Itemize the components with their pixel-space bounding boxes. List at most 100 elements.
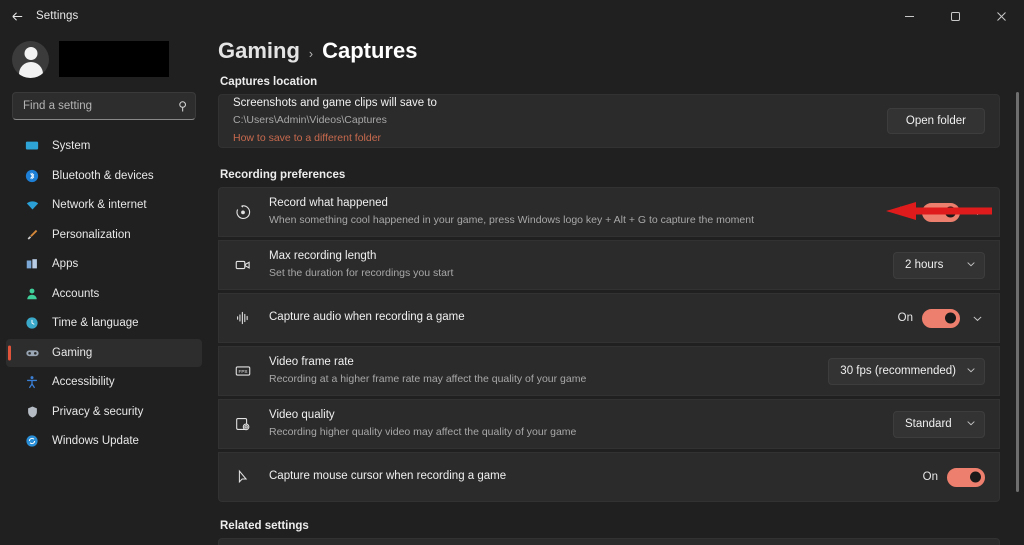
update-icon [24,433,40,449]
row-title: Video frame rate [269,356,354,369]
sidebar-item-personalization[interactable]: Personalization [6,221,202,249]
shield-icon [24,404,40,420]
video-frame-rate-row[interactable]: FPS Video frame rate Recording at a high… [219,347,999,395]
title-bar: Settings [0,0,1024,32]
capture-mouse-cursor-card: Capture mouse cursor when recording a ga… [218,452,1000,502]
capture-mouse-cursor-row[interactable]: Capture mouse cursor when recording a ga… [219,453,999,501]
clock-icon [24,315,40,331]
sidebar-item-privacy-security[interactable]: Privacy & security [6,398,202,426]
sidebar-item-accessibility[interactable]: Accessibility [6,368,202,396]
sidebar-item-network-internet[interactable]: Network & internet [6,191,202,219]
record-what-happened-toggle[interactable] [922,202,960,222]
captures-location-path: C:\Users\Admin\Videos\Captures [233,113,387,126]
chevron-down-icon[interactable] [969,310,985,326]
sidebar-item-label: Privacy & security [52,405,144,418]
row-title: Capture audio when recording a game [269,311,465,324]
sidebar-item-windows-update[interactable]: Windows Update [6,427,202,455]
video-frame-rate-select[interactable]: 30 fps (recommended) [828,357,985,385]
breadcrumb-parent[interactable]: Gaming [218,38,300,64]
row-title: Video quality [269,409,335,422]
section-label-related-settings: Related settings [220,520,309,532]
toggle-knob [970,471,981,483]
max-recording-length-text: Max recording length Set the duration fo… [269,249,879,280]
sidebar-item-label: Accounts [52,287,100,300]
capture-mouse-cursor-controls: On [923,467,985,487]
chevron-down-icon [966,418,976,430]
video-quality-controls: Standard [893,410,985,438]
capture-mouse-cursor-text: Capture mouse cursor when recording a ga… [269,469,909,485]
svg-text:FPS: FPS [238,369,247,374]
row-subtitle: Recording higher quality video may affec… [269,425,577,438]
video-quality-row[interactable]: Video quality Recording higher quality v… [219,400,999,448]
wifi-icon [24,197,40,213]
user-avatar-icon [12,40,49,78]
close-button[interactable] [978,0,1024,32]
sidebar-item-label: Time & language [52,317,139,329]
toggle-state-label: On [897,312,913,324]
video-quality-card: Video quality Recording higher quality v… [218,399,1000,449]
recording-preferences-group: Record what happened When something cool… [218,187,1000,502]
sidebar-item-label: Gaming [52,346,93,359]
page-title: Captures [322,38,418,63]
breadcrumb-separator-icon: › [308,47,314,61]
max-recording-length-select[interactable]: 2 hours [893,251,985,279]
sidebar-item-bluetooth-devices[interactable]: Bluetooth & devices [6,162,202,190]
apps-icon [24,256,40,272]
sidebar-item-time-language[interactable]: Time & language [6,309,202,337]
bluetooth-icon [24,168,40,184]
capture-audio-toggle[interactable] [922,308,960,328]
video-quality-select[interactable]: Standard [893,410,985,438]
captures-location-card: Screenshots and game clips will save to … [218,94,1000,148]
chevron-down-icon [966,259,976,271]
open-folder-button[interactable]: Open folder [886,108,985,134]
select-value: Standard [905,418,952,430]
capture-mouse-cursor-toggle[interactable] [947,467,985,487]
sidebar-item-label: System [52,140,91,152]
sidebar-item-gaming[interactable]: Gaming [6,338,202,367]
video-camera-icon [233,255,253,275]
sidebar-item-system[interactable]: System [6,132,202,160]
maximize-button[interactable] [932,0,978,32]
minimize-button[interactable] [886,0,932,32]
toggle-state-label: On [897,206,913,218]
account-header[interactable] [6,32,202,88]
sidebar-item-label: Bluetooth & devices [52,169,154,182]
accessibility-icon [24,374,40,390]
search-icon: ⚲ [178,99,187,113]
person-icon [24,286,40,302]
search-box[interactable]: ⚲ [12,92,196,120]
captures-location-actions: Open folder [886,108,985,134]
graphics-row[interactable]: Graphics › [219,539,999,545]
monitor-icon [24,138,40,154]
fps-icon: FPS [233,361,253,381]
record-what-happened-card: Record what happened When something cool… [218,187,1000,237]
chevron-down-icon[interactable] [969,204,985,220]
back-arrow-icon[interactable] [0,0,34,32]
window-body: ⚲ System Bluet [0,32,1024,545]
max-recording-length-row[interactable]: Max recording length Set the duration fo… [219,241,999,289]
paintbrush-icon [24,227,40,243]
toggle-knob [945,312,956,324]
max-recording-length-card: Max recording length Set the duration fo… [218,240,1000,290]
how-to-save-link[interactable]: How to save to a different folder [233,131,381,146]
capture-audio-row[interactable]: Capture audio when recording a game On [219,294,999,342]
main-scrollbar[interactable] [1016,72,1019,537]
sidebar-item-label: Windows Update [52,435,139,447]
search-input[interactable] [23,100,179,112]
row-subtitle: When something cool happened in your gam… [269,213,755,226]
capture-audio-card: Capture audio when recording a game On [218,293,1000,343]
window-title: Settings [36,10,79,22]
record-what-happened-row[interactable]: Record what happened When something cool… [219,188,999,236]
max-recording-length-controls: 2 hours [893,251,985,279]
settings-window: Settings ⚲ [0,0,1024,545]
record-what-happened-text: Record what happened When something cool… [269,196,884,227]
sidebar: ⚲ System Bluet [0,32,208,545]
mouse-cursor-icon [233,467,253,487]
sidebar-item-accounts[interactable]: Accounts [6,280,202,308]
gamepad-icon [24,345,40,361]
sidebar-item-apps[interactable]: Apps [6,250,202,278]
scrollbar-thumb[interactable] [1016,92,1019,492]
video-frame-rate-card: FPS Video frame rate Recording at a high… [218,346,1000,396]
captures-location-title: Screenshots and game clips will save to [233,97,437,110]
